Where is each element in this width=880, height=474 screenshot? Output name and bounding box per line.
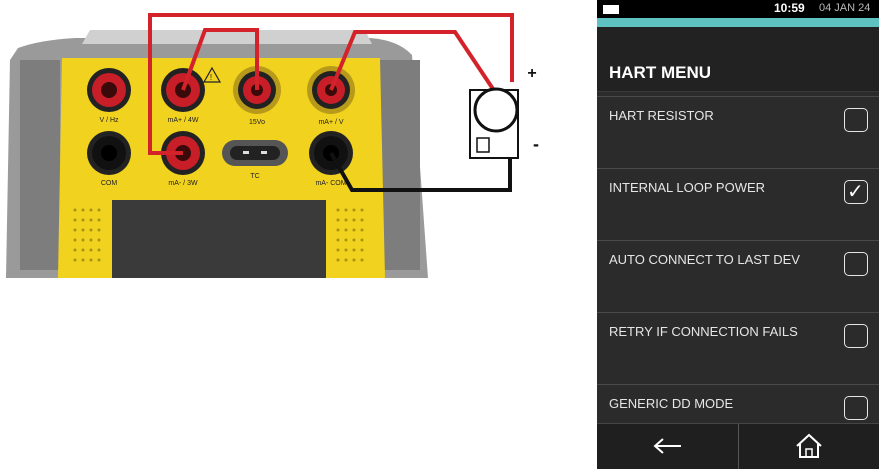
- menu-item-label: HART RESISTOR: [609, 108, 714, 123]
- terminal-tc: [222, 140, 288, 166]
- calibrator-wiring-diagram: ! V / Hz mA+ / 4W 15Vo mA+ / V COM mA- /: [6, 13, 539, 278]
- transmitter: [469, 87, 519, 159]
- hart-menu-screen: 10:59 04 JAN 24 HART MENU HART RESISTOR …: [597, 0, 879, 469]
- label-v-hz: V / Hz: [99, 117, 119, 124]
- menu-item-label: INTERNAL LOOP POWER: [609, 180, 766, 195]
- menu-item-label: AUTO CONNECT TO LAST DEV: [609, 252, 800, 267]
- menu-item-hart-resistor[interactable]: HART RESISTOR: [597, 96, 879, 168]
- menu-item-auto-connect[interactable]: AUTO CONNECT TO LAST DEV: [597, 240, 879, 312]
- menu-item-label: RETRY IF CONNECTION FAILS: [609, 324, 798, 339]
- hart-resistor-checkbox[interactable]: [844, 108, 868, 132]
- menu-item-generic-dd-mode[interactable]: GENERIC DD MODE: [597, 384, 879, 424]
- label-ma-com: mA- COM: [315, 180, 346, 187]
- back-button[interactable]: [597, 424, 737, 469]
- retry-connection-checkbox[interactable]: [844, 324, 868, 348]
- home-icon: [796, 433, 822, 458]
- calibrator-screen: [112, 200, 326, 278]
- label-15vo: 15Vo: [249, 119, 265, 126]
- back-arrow-icon: [653, 438, 681, 454]
- status-date: 04 JAN 24: [819, 2, 871, 14]
- status-time: 10:59: [774, 1, 805, 15]
- check-icon: ✓: [847, 181, 864, 203]
- plus-label: +: [527, 65, 536, 82]
- label-ma-4w: mA+ / 4W: [168, 117, 199, 124]
- auto-connect-checkbox[interactable]: [844, 252, 868, 276]
- battery-icon: [603, 5, 619, 14]
- menu-header: HART MENU: [597, 27, 879, 92]
- label-ma-v: mA+ / V: [318, 119, 343, 126]
- svg-text:!: !: [210, 73, 212, 82]
- accent-bar: [597, 18, 879, 27]
- minus-label: -: [533, 134, 539, 154]
- label-com: COM: [101, 180, 118, 187]
- home-button[interactable]: [739, 424, 879, 469]
- internal-loop-power-checkbox[interactable]: ✓: [844, 180, 868, 204]
- label-ma-3w: mA- / 3W: [168, 180, 198, 187]
- status-bar: 10:59 04 JAN 24: [597, 0, 879, 18]
- menu-item-internal-loop-power[interactable]: INTERNAL LOOP POWER ✓: [597, 168, 879, 240]
- menu-item-retry-connection[interactable]: RETRY IF CONNECTION FAILS: [597, 312, 879, 384]
- label-tc: TC: [250, 173, 259, 180]
- generic-dd-mode-checkbox[interactable]: [844, 396, 868, 420]
- terminal-v-hz: [87, 68, 131, 112]
- terminal-com: [87, 131, 131, 175]
- menu-item-label: GENERIC DD MODE: [609, 396, 734, 411]
- page-title: HART MENU: [609, 63, 711, 82]
- nav-bar: [597, 423, 879, 469]
